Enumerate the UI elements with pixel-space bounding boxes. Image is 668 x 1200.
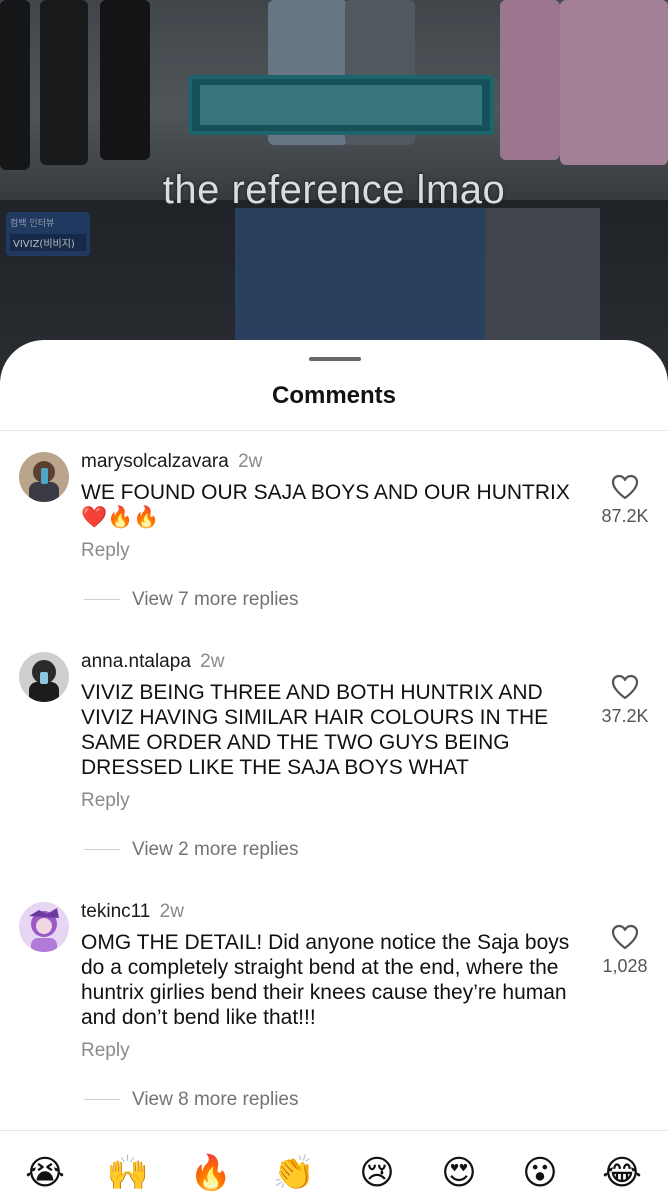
comment-text: OMG THE DETAIL! Did anyone notice the Sa… [81,931,570,1029]
like-count: 37.2K [601,706,649,726]
heart-icon [611,924,639,950]
avatar[interactable] [19,902,69,952]
view-more-replies-label: View 2 more replies [132,839,299,860]
comment-username[interactable]: anna.ntalapa [81,651,191,672]
comment-username[interactable]: marysolcalzavara [81,451,229,472]
header-divider [0,430,668,431]
view-more-replies-label: View 8 more replies [132,1089,299,1110]
like-count: 1,028 [602,956,648,976]
comments-sheet: Comments marysolcalzavara 2w WE FOUND OU… [0,340,668,1200]
view-more-replies-label: View 7 more replies [132,589,299,610]
reply-thread-line [84,849,120,851]
like-button[interactable]: 1,028 [594,924,656,977]
emoji-tears-of-joy-icon[interactable]: 😂 [594,1146,650,1200]
comment-time: 2w [200,651,225,672]
heart-icon [611,674,639,700]
emoji-surprised-face-icon[interactable]: 😮 [512,1146,568,1200]
sheet-drag-handle[interactable] [309,357,361,361]
comment-content: marysolcalzavara 2w WE FOUND OUR SAJA BO… [81,450,581,530]
view-more-replies[interactable]: View 8 more replies [84,1089,299,1111]
like-count: 87.2K [601,506,649,526]
emoji-raising-hands-icon[interactable]: 🙌 [100,1146,156,1200]
view-more-replies[interactable]: View 7 more replies [84,589,299,611]
reply-thread-line [84,599,120,601]
reply-button[interactable]: Reply [81,540,130,562]
heart-icon [611,474,639,500]
sheet-title: Comments [271,382,397,409]
reply-button[interactable]: Reply [81,790,130,812]
emoji-heart-eyes-icon[interactable]: 😍 [431,1146,487,1200]
reply-thread-line [84,1099,120,1101]
emoji-clapping-hands-icon[interactable]: 👏 [266,1146,322,1200]
comment-text: WE FOUND OUR SAJA BOYS AND OUR HUNTRIX ❤… [81,481,570,529]
comment-text: VIVIZ BEING THREE AND BOTH HUNTRIX AND V… [81,681,549,779]
emoji-crying-face-icon[interactable]: 😢 [349,1146,405,1200]
avatar[interactable] [19,652,69,702]
view-more-replies[interactable]: View 2 more replies [84,839,299,861]
emoji-bar: 😭 🙌 🔥 👏 😢 😍 😮 😂 [0,1146,668,1200]
emoji-bar-divider [0,1130,668,1131]
comment-time: 2w [159,901,184,922]
reply-button[interactable]: Reply [81,1040,130,1062]
comment-time: 2w [238,451,263,472]
comment-content: tekinc11 2w OMG THE DETAIL! Did anyone n… [81,900,581,1030]
comment-username[interactable]: tekinc11 [81,901,150,922]
comment-content: anna.ntalapa 2w VIVIZ BEING THREE AND BO… [81,650,581,780]
like-button[interactable]: 87.2K [594,474,656,527]
avatar[interactable] [19,452,69,502]
emoji-loudly-crying-icon[interactable]: 😭 [17,1146,73,1200]
emoji-fire-icon[interactable]: 🔥 [183,1146,239,1200]
video-caption: the reference lmao [162,168,506,212]
like-button[interactable]: 37.2K [594,674,656,727]
